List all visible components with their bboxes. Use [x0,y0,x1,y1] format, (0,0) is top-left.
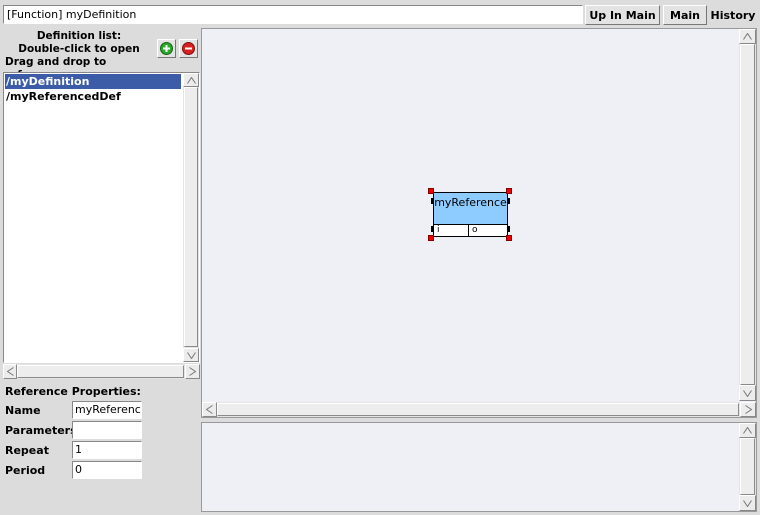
scroll-down-arrow-icon[interactable] [739,385,756,401]
diagram-canvas[interactable]: myReference i o [201,28,757,418]
repeat-label: Repeat [5,444,49,457]
parameters-input[interactable] [72,421,142,439]
reference-block[interactable]: myReference i o [433,192,508,237]
reference-block-ports: i o [434,224,507,236]
definition-list-vscrollbar[interactable] [183,73,199,362]
period-input[interactable]: 0 [72,461,142,479]
definition-list-item-mydefinition[interactable]: /myDefinition [5,74,181,89]
scroll-down-arrow-icon[interactable] [183,348,199,362]
reference-properties-heading: Reference Properties: [5,385,141,398]
port-marker-right-top [507,198,510,204]
input-port[interactable]: i [434,225,469,236]
remove-definition-button[interactable] [179,39,198,58]
canvas-hscrollbar[interactable] [202,402,756,417]
definition-list[interactable]: /myDefinition /myReferencedDef [3,72,200,363]
main-button[interactable]: Main [663,5,707,25]
console-panel[interactable] [201,422,757,512]
scroll-right-arrow-icon[interactable] [185,364,200,379]
resize-handle-top-left[interactable] [428,188,434,194]
name-label: Name [5,404,41,417]
definition-list-hint-open: Double-click to open [18,43,140,55]
resize-handle-top-right[interactable] [506,188,512,194]
minus-icon [182,42,195,55]
scroll-right-arrow-icon[interactable] [740,402,756,417]
canvas-vscrollbar[interactable] [739,29,756,401]
canvas-hscroll-thumb[interactable] [217,403,739,416]
add-definition-button[interactable] [157,39,176,58]
history-button[interactable]: History [709,5,757,25]
definition-list-item-myreferenceddef[interactable]: /myReferencedDef [5,89,181,104]
console-vscrollbar[interactable] [739,423,756,511]
definition-list-items: /myDefinition /myReferencedDef [5,74,181,104]
scroll-left-arrow-icon[interactable] [202,402,217,417]
port-marker-left-bottom [431,226,434,232]
canvas-vscroll-thumb[interactable] [740,44,755,385]
port-marker-left-top [431,198,434,204]
reference-block-name: myReference [434,196,507,209]
title-field[interactable]: [Function] myDefinition [3,5,583,24]
repeat-input[interactable]: 1 [72,441,142,459]
up-in-main-button[interactable]: Up In Main [585,5,660,25]
plus-icon [160,42,173,55]
definition-list-hscrollbar[interactable] [3,364,200,379]
definition-list-hscroll-thumb[interactable] [17,365,184,378]
output-port[interactable]: o [469,225,507,236]
resize-handle-bottom-right[interactable] [506,235,512,241]
scroll-down-arrow-icon[interactable] [739,495,756,511]
console-vscroll-thumb[interactable] [740,438,755,495]
period-label: Period [5,464,46,477]
parameters-label: Parameters [5,424,77,437]
scroll-left-arrow-icon[interactable] [3,364,17,379]
scroll-up-arrow-icon[interactable] [739,423,756,438]
definition-list-vscroll-thumb[interactable] [184,87,198,347]
scroll-up-arrow-icon[interactable] [183,73,199,87]
definition-list-title: Definition list: [36,30,122,42]
scroll-up-arrow-icon[interactable] [739,29,756,44]
name-input[interactable]: myReferenc [72,401,142,419]
port-marker-right-bottom [507,226,510,232]
resize-handle-bottom-left[interactable] [428,235,434,241]
